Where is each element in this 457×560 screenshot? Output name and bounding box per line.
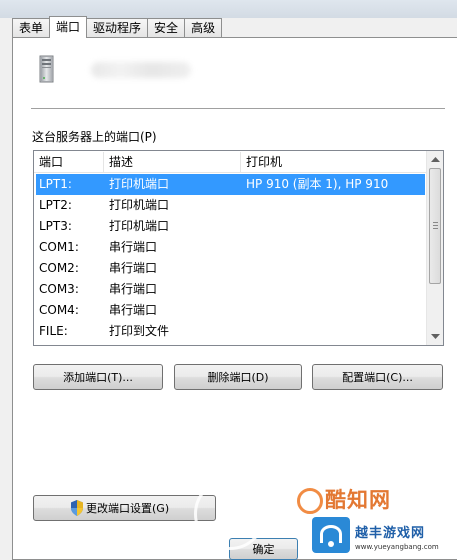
uac-shield-icon <box>71 500 83 516</box>
description-cell: 串行端口 <box>109 240 158 254</box>
list-rows: LPT1: 打印机端口 HP 910 (副本 1), HP 910 LPT2: 打印机端… <box>34 174 427 342</box>
scroll-thumb[interactable] <box>429 168 441 284</box>
column-header-printer[interactable]: 打印机 <box>241 151 282 173</box>
watermark-ring <box>194 478 266 550</box>
description-cell: 打印机端口 <box>109 198 170 212</box>
port-cell: LPT2: <box>39 198 72 212</box>
table-row[interactable]: LPT3: 打印机端口 <box>34 216 427 237</box>
tab-security[interactable]: 安全 <box>147 18 186 38</box>
port-cell: COM3: <box>39 282 79 296</box>
tab-advanced[interactable]: 高级 <box>184 18 223 38</box>
vertical-scrollbar[interactable] <box>426 151 443 345</box>
watermark-site-name: 越丰游戏网 <box>355 526 426 541</box>
watermark-logo-icon <box>297 488 323 514</box>
tab-ports[interactable]: 端口 <box>49 16 88 38</box>
table-row[interactable]: COM3: 串行端口 <box>34 279 427 300</box>
description-cell: 串行端口 <box>109 261 158 275</box>
column-header-port[interactable]: 端口 <box>34 151 63 173</box>
column-header-description[interactable]: 描述 <box>104 151 133 173</box>
grip-icon <box>433 222 438 229</box>
port-cell: COM2: <box>39 261 79 275</box>
tab-form[interactable]: 表单 <box>12 18 51 38</box>
table-row[interactable]: COM4: 串行端口 <box>34 300 427 321</box>
printer-cell: HP 910 (副本 1), HP 910 <box>246 177 389 191</box>
description-cell: 打印机端口 <box>109 177 170 191</box>
description-cell: 串行端口 <box>109 282 158 296</box>
divider <box>31 108 445 109</box>
ports-list-label: 这台服务器上的端口(P) <box>32 130 157 144</box>
watermark-brand: 酷知网 <box>325 488 391 512</box>
change-port-settings-button[interactable]: 更改端口设置(G) <box>33 495 216 521</box>
watermark-badge-icon <box>312 517 350 553</box>
table-row[interactable]: LPT1: 打印机端口 HP 910 (副本 1), HP 910 <box>36 174 425 195</box>
scroll-down-icon[interactable] <box>427 328 443 345</box>
table-row[interactable]: LPT2: 打印机端口 <box>34 195 427 216</box>
delete-port-button[interactable]: 删除端口(D) <box>174 364 302 390</box>
port-cell: COM4: <box>39 303 79 317</box>
list-header: 端口 描述 打印机 <box>34 151 427 173</box>
description-cell: 串行端口 <box>109 303 158 317</box>
port-cell: LPT3: <box>39 219 72 233</box>
ports-listview[interactable]: 端口 描述 打印机 LPT1: 打印机端口 HP 910 (副本 1), HP 91… <box>33 150 444 346</box>
tab-strip: 表单 端口 驱动程序 安全 高级 <box>12 16 223 38</box>
tab-driver[interactable]: 驱动程序 <box>86 18 149 38</box>
add-port-button[interactable]: 添加端口(T)... <box>33 364 163 390</box>
description-cell: 打印机端口 <box>109 219 170 233</box>
port-cell: COM1: <box>39 240 79 254</box>
port-cell: FILE: <box>39 324 68 338</box>
printer-name-redacted <box>91 62 191 78</box>
change-port-settings-label: 更改端口设置(G) <box>86 502 170 515</box>
configure-port-button[interactable]: 配置端口(C)... <box>312 364 443 390</box>
table-row[interactable]: FILE: 打印到文件 <box>34 321 427 342</box>
watermark-url: www.yueyangbang.com <box>355 543 439 551</box>
table-row[interactable]: COM1: 串行端口 <box>34 237 427 258</box>
table-row[interactable]: COM2: 串行端口 <box>34 258 427 279</box>
server-icon <box>39 55 54 83</box>
scroll-up-icon[interactable] <box>427 151 443 168</box>
description-cell: 打印到文件 <box>109 324 170 338</box>
port-cell: LPT1: <box>39 177 72 191</box>
